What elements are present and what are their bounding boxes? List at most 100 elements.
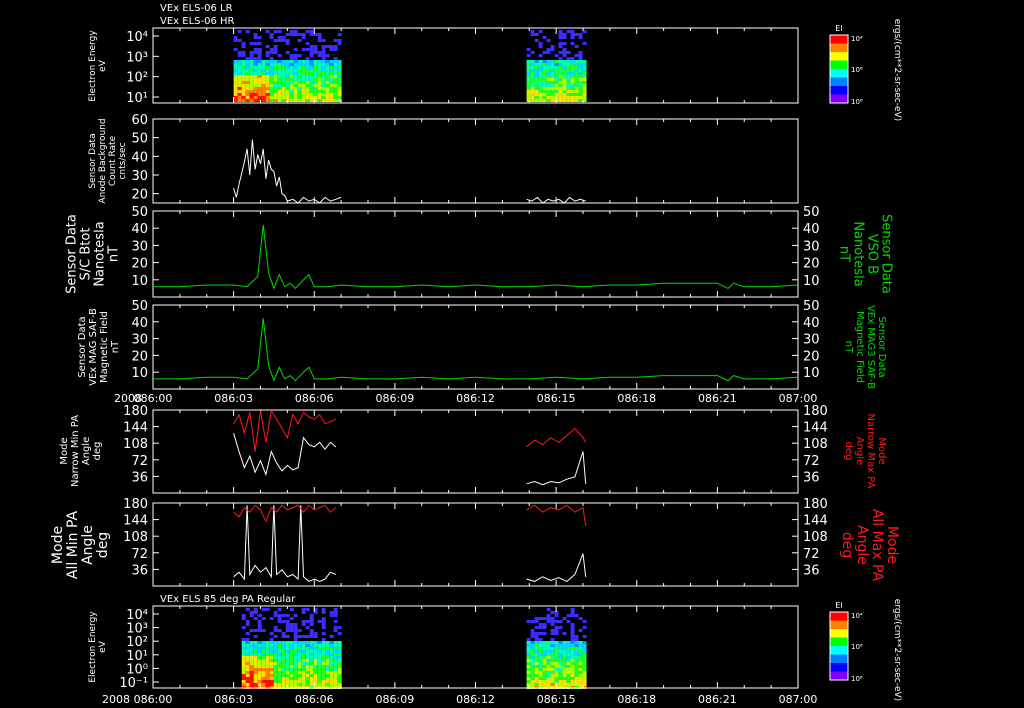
panel-5-rlabel-line: Narrow Max PA <box>865 414 876 489</box>
spectrogram-1-cell <box>281 69 286 72</box>
spectrogram-1-cell <box>301 78 306 81</box>
spectrogram-1-cell <box>289 54 294 57</box>
panel-2-ylabel-line: Count Rate <box>108 135 118 186</box>
spectrogram-2-cell <box>301 662 306 665</box>
spectrogram-2-cell <box>534 659 539 662</box>
spectrogram-1-cell <box>233 99 238 102</box>
spectrogram-2-cell <box>293 659 298 662</box>
spectrogram-2-cell <box>273 611 278 614</box>
spectrogram-1-cell <box>289 93 294 96</box>
spectrogram-1-cell <box>574 72 579 75</box>
spectrogram-2-cell <box>245 644 250 647</box>
spectrogram-1-cell <box>273 60 278 63</box>
spectrogram-2-cell <box>245 680 250 683</box>
spectrogram-2-cell <box>534 671 539 674</box>
spectrogram-1-cell <box>325 87 330 90</box>
spectrogram-1-cell <box>293 75 298 78</box>
spectrogram-2-cell <box>285 653 290 656</box>
spectrogram-2-cell <box>289 671 294 674</box>
spectrogram-2-cell <box>317 653 322 656</box>
spectrogram-2-cell <box>337 653 342 656</box>
spectrogram-1-cell <box>550 69 555 72</box>
spectrogram-2-cell <box>562 653 567 656</box>
spectrogram-2-cell <box>574 644 579 647</box>
spectrogram-2-cell <box>538 659 543 662</box>
spectrogram-1-cell <box>325 75 330 78</box>
spectrogram-1-cell <box>337 42 342 45</box>
spectrogram-1-cell <box>293 90 298 93</box>
spectrogram-2-cell <box>562 659 567 662</box>
spectrogram-2-cell <box>526 662 531 665</box>
spectrogram-1-cell <box>582 42 587 45</box>
spectrogram-2-cell <box>253 644 258 647</box>
spectrogram-2-cell <box>526 665 531 668</box>
spectrogram-1-cell <box>281 96 286 99</box>
spectrogram-2-cell <box>562 644 567 647</box>
spectrogram-1-cell <box>534 72 539 75</box>
spectrogram-1-cell <box>309 81 314 84</box>
spectrogram-1-cell <box>582 84 587 87</box>
spectrogram-2-cell <box>566 644 571 647</box>
spectrogram-1-cell <box>337 63 342 66</box>
spectrogram-2-cell <box>542 656 547 659</box>
spectrogram-2-cell <box>566 656 571 659</box>
spectrogram-1-cell <box>289 84 294 87</box>
spectrogram-1-cell <box>558 93 563 96</box>
spectrogram-2-cell <box>313 653 318 656</box>
spectrogram-1-cell <box>530 78 535 81</box>
spectrogram-1-cell <box>245 84 250 87</box>
spectrogram-1-cell <box>297 63 302 66</box>
bottom-panel-title: VEx ELS 85 deg PA Regular <box>160 594 296 605</box>
spectrogram-1-cell <box>265 81 270 84</box>
panel-3-rlabel-line: VSO B <box>865 234 880 274</box>
spectrogram-1-cell <box>237 51 242 54</box>
spectrogram-1-cell <box>550 78 555 81</box>
spectrogram-2-cell <box>293 623 298 626</box>
spectrogram-1-cell <box>554 75 559 78</box>
spectrogram-2-cell <box>554 644 559 647</box>
spectrogram-2-cell <box>546 683 551 686</box>
spectrogram-2-cell <box>245 659 250 662</box>
panel-3-ylabel-line: Nanotesla <box>92 221 107 286</box>
spectrogram-2-cell <box>329 683 334 686</box>
spectrogram-2-cell <box>261 617 266 620</box>
spectrogram-1-cell <box>570 57 575 60</box>
spectrogram-1-cell <box>301 93 306 96</box>
spectrogram-2-cell <box>530 641 535 644</box>
spectrogram-2-cell <box>578 659 583 662</box>
spectrogram-1-cell <box>233 72 238 75</box>
spectrogram-1-cell <box>530 93 535 96</box>
spectrogram-2-cell <box>574 680 579 683</box>
spectrogram-1-cell <box>269 57 274 60</box>
spectrogram-1-cell <box>281 72 286 75</box>
spectrogram-1-cell <box>538 75 543 78</box>
spectrogram-2-cell <box>313 665 318 668</box>
spectrogram-2-cell <box>534 626 539 629</box>
spectrogram-1-cell <box>301 63 306 66</box>
spectrogram-2-cell <box>582 674 587 677</box>
spectrogram-1-cell <box>309 33 314 36</box>
spectrogram-2-cell <box>333 614 338 617</box>
spectrogram-2-cell <box>538 665 543 668</box>
spectrogram-1-cell <box>257 96 262 99</box>
spectrogram-1-cell <box>273 39 278 42</box>
spectrogram-1-cell <box>321 72 326 75</box>
spectrogram-1-cell <box>245 60 250 63</box>
spectrogram-2-cell <box>253 680 258 683</box>
spectrogram-1-cell <box>301 84 306 87</box>
panel-6-ylabel-line: All Min PA <box>65 510 81 579</box>
spectrogram-1-cell <box>538 87 543 90</box>
spectrogram-2-cell <box>257 629 262 632</box>
spectrogram-2-cell <box>333 665 338 668</box>
spectrogram-2-cell <box>566 680 571 683</box>
spectrogram-2-cell <box>562 641 567 644</box>
spectrogram-1-cell <box>237 72 242 75</box>
spectrogram-2-cell <box>281 653 286 656</box>
spectrogram-2-cell <box>293 632 298 635</box>
spectrogram-1-cell <box>297 99 302 102</box>
colorbar-cell <box>830 620 848 630</box>
spectrogram-2-cell <box>313 674 318 677</box>
spectrogram-2-cell <box>570 644 575 647</box>
y-tick-label-right: 40 <box>803 316 820 331</box>
time-tick-label: 086:15 <box>537 392 576 405</box>
